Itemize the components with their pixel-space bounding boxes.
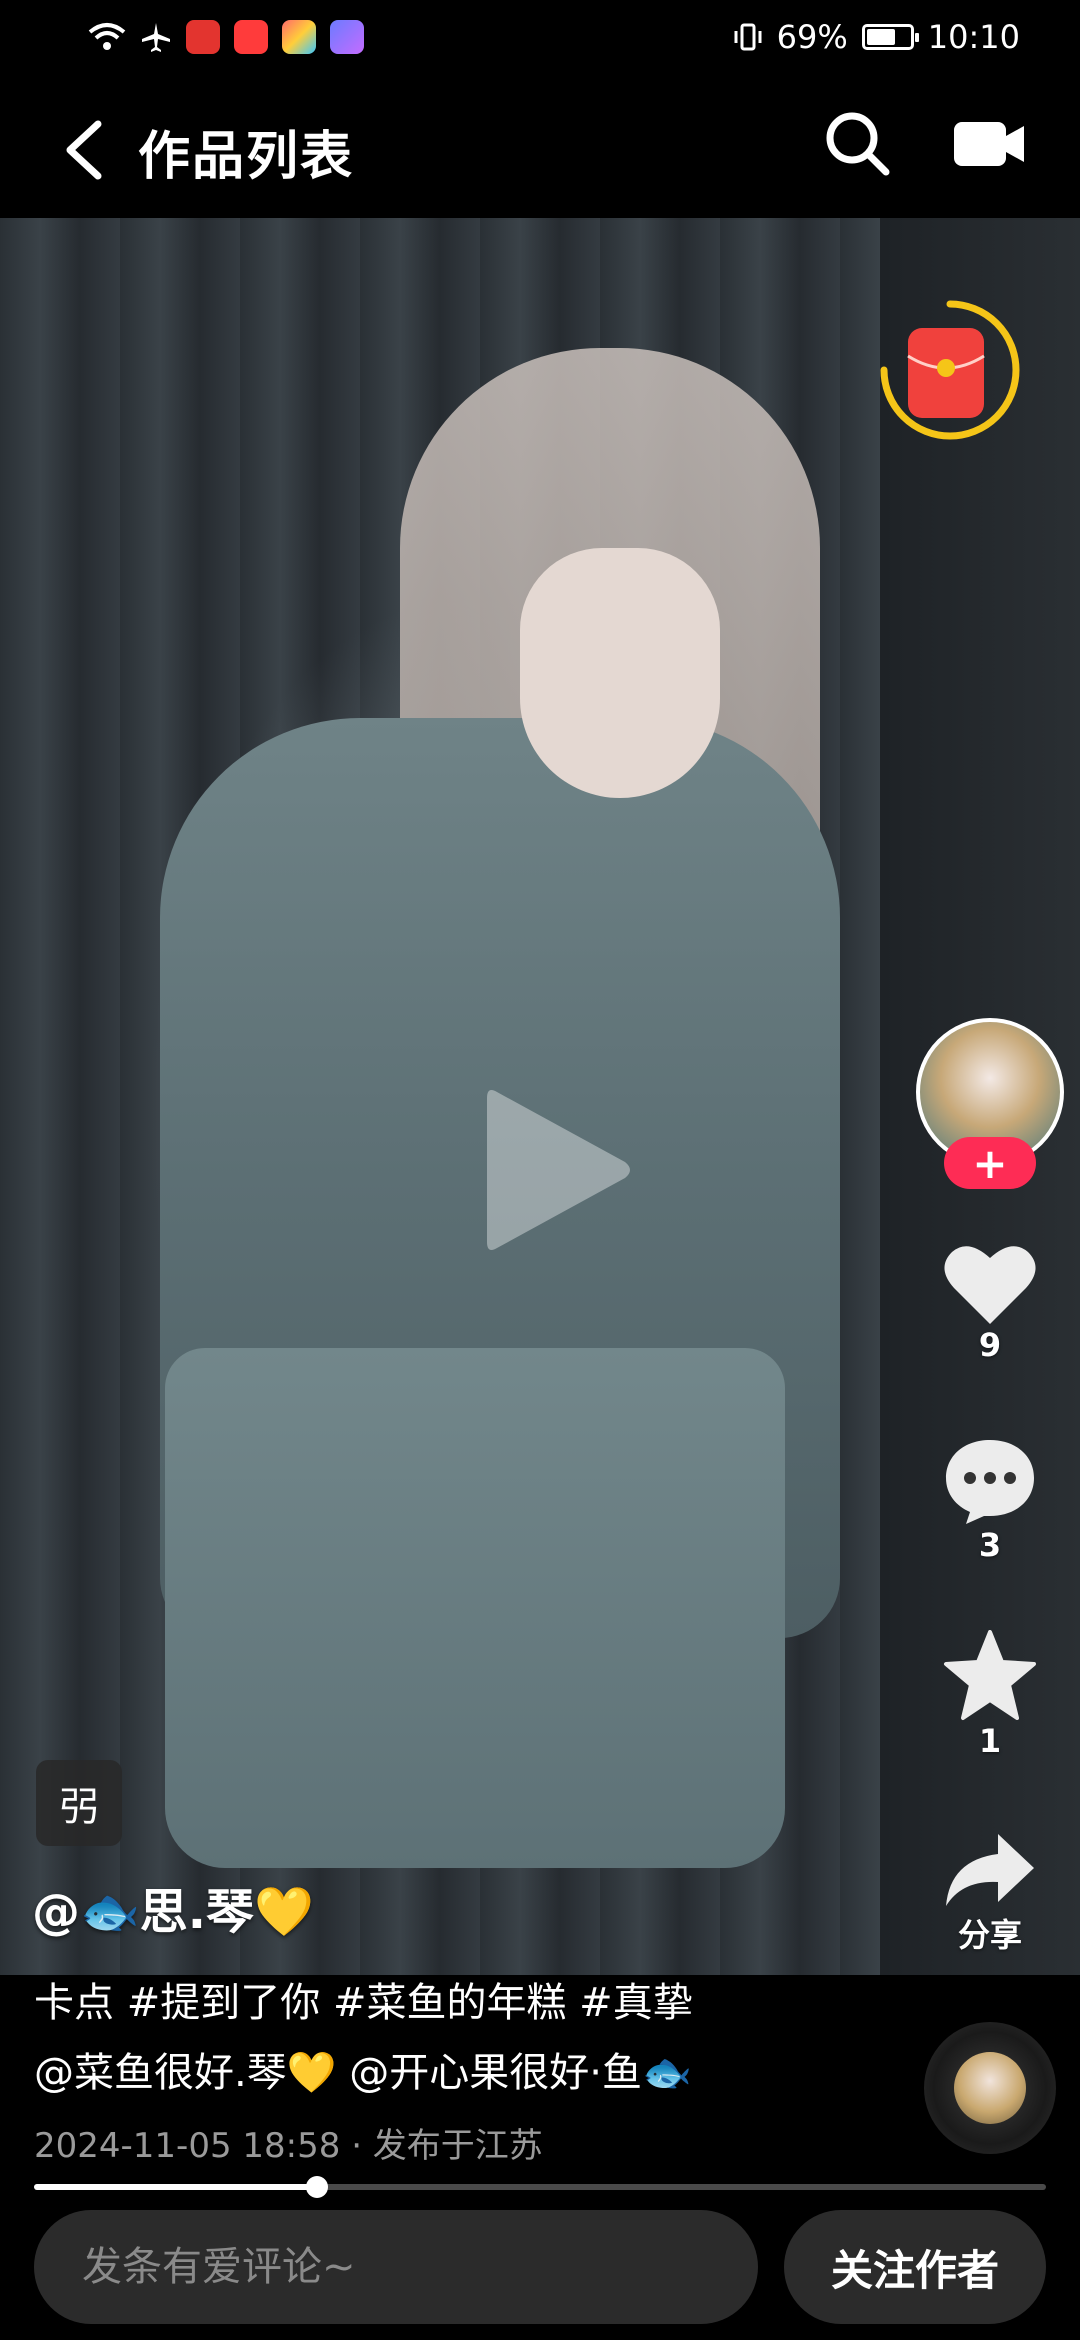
video-camera-icon[interactable] xyxy=(952,116,1026,172)
progress-bar[interactable] xyxy=(34,2176,1046,2198)
comment-input[interactable] xyxy=(34,2210,758,2324)
favorite-button[interactable]: 1 xyxy=(930,1630,1050,1760)
comment-bubble-icon xyxy=(946,1440,1034,1524)
vibrate-icon xyxy=(734,23,762,51)
music-icon xyxy=(330,20,364,54)
battery-percent: 69% xyxy=(776,18,848,56)
status-icons-right: 69% 10:10 xyxy=(733,18,1020,56)
comment-count: 3 xyxy=(978,1526,1002,1564)
progress-knob[interactable] xyxy=(306,2176,329,2198)
wifi-icon xyxy=(88,23,126,50)
post-meta: 2024-11-05 18:58 · 发布于江苏 xyxy=(34,2126,543,2166)
airplane-icon xyxy=(142,23,170,52)
app-icon xyxy=(234,20,268,54)
share-arrow-icon xyxy=(946,1834,1034,1906)
status-icons-left xyxy=(88,20,364,54)
like-count: 9 xyxy=(978,1326,1002,1364)
star-icon xyxy=(944,1630,1036,1720)
red-packet-icon[interactable] xyxy=(880,298,1020,448)
follow-plus-button[interactable]: + xyxy=(944,1137,1036,1189)
share-label: 分享 xyxy=(957,1916,1022,1954)
watermark-badge: 弜 xyxy=(36,1760,122,1846)
battery-icon xyxy=(861,24,919,50)
heart-icon xyxy=(944,1246,1036,1324)
chevron-left-icon[interactable] xyxy=(50,110,120,190)
page-title: 作品列表 xyxy=(138,127,355,187)
comment-button[interactable]: 3 xyxy=(930,1436,1050,1564)
play-icon[interactable] xyxy=(477,1078,637,1262)
status-bar: 69% 10:10 xyxy=(0,0,1080,80)
clock: 10:10 xyxy=(927,18,1020,56)
huawei-app-icon xyxy=(186,20,220,54)
favorite-count: 1 xyxy=(978,1722,1002,1760)
search-icon[interactable] xyxy=(822,108,892,178)
caption-mentions[interactable]: @菜鱼很好.琴💛 @开心果很好·鱼🐟 xyxy=(34,2040,692,2098)
progress-fill xyxy=(34,2184,318,2190)
top-header: 作品列表 xyxy=(0,80,1080,218)
share-button[interactable]: 分享 xyxy=(930,1830,1050,1956)
music-disc[interactable] xyxy=(924,2022,1056,2154)
follow-author-button[interactable]: 关注作者 xyxy=(784,2210,1046,2324)
like-button[interactable]: 9 xyxy=(930,1240,1050,1364)
app-store-icon xyxy=(282,20,316,54)
author-name[interactable]: @🐟思.琴💛 xyxy=(32,1872,314,1942)
caption-hashtags[interactable]: 卡点 #提到了你 #菜鱼的年糕 #真挚 xyxy=(34,1970,693,2028)
